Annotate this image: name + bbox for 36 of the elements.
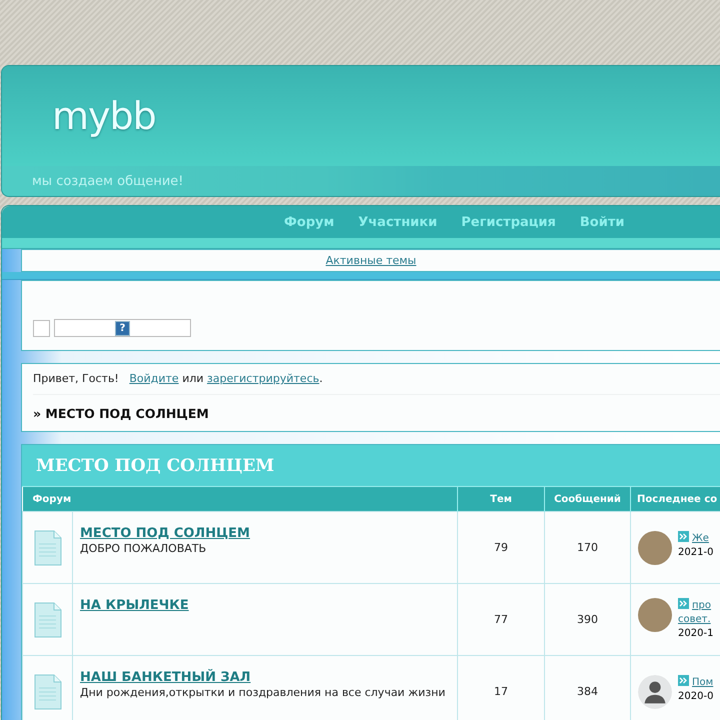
active-topics-link[interactable]: Активные темы	[326, 254, 416, 267]
last-post-date: 2021-0	[678, 546, 714, 560]
last-post-date: 2020-0	[678, 690, 714, 704]
forum-icon	[34, 674, 62, 710]
checkbox[interactable]	[33, 320, 50, 337]
register-link[interactable]: зарегистрируйтесь	[207, 372, 320, 385]
breadcrumb: » МЕСТО ПОД СОЛНЦЕМ	[33, 404, 210, 422]
column-header: Форум	[22, 487, 458, 512]
welcome-text: Привет, Гость! Войдите или зарегистрируйтесь.	[33, 364, 720, 395]
double-arrow-icon[interactable]	[678, 598, 690, 609]
forum-icon	[34, 530, 62, 566]
double-arrow-icon[interactable]	[678, 674, 690, 686]
column-header: Последнее со	[630, 487, 720, 512]
column-header: Тем	[458, 487, 545, 512]
last-topic-link[interactable]: совет.	[678, 614, 711, 625]
post-count: 170	[544, 512, 631, 584]
last-topic-link[interactable]: Же	[692, 532, 709, 544]
forum-icon	[34, 602, 62, 638]
forum-description: Дни рождения,открытки и поздравления на все случаи жизни	[80, 686, 446, 699]
forum-title-link[interactable]: НА КРЫЛЕЧКЕ	[80, 598, 189, 613]
input-field[interactable]: ?	[54, 319, 191, 337]
last-post-date: 2020-1	[678, 627, 714, 641]
topic-count: 77	[458, 584, 545, 656]
category-title: МЕСТО ПОД СОЛНЦЕМ	[22, 445, 720, 487]
forum-title-link[interactable]: МЕСТО ПОД СОЛНЦЕМ	[80, 526, 250, 541]
column-header: Сообщений	[544, 487, 631, 512]
forum-title-link[interactable]: НАШ БАНКЕТНЫЙ ЗАЛ	[80, 670, 251, 685]
last-topic-link[interactable]: про	[692, 600, 712, 611]
help-icon[interactable]: ?	[115, 320, 130, 336]
forum-description: ДОБРО ПОЖАЛОВАТЬ	[80, 542, 208, 555]
login-link[interactable]: Войдите	[129, 372, 179, 385]
topic-count: 79	[458, 512, 545, 584]
tagline: мы создаем общение!	[32, 174, 184, 188]
double-arrow-icon[interactable]	[678, 530, 690, 542]
post-count: 390	[544, 584, 631, 656]
last-topic-link[interactable]: Пом	[692, 676, 714, 688]
